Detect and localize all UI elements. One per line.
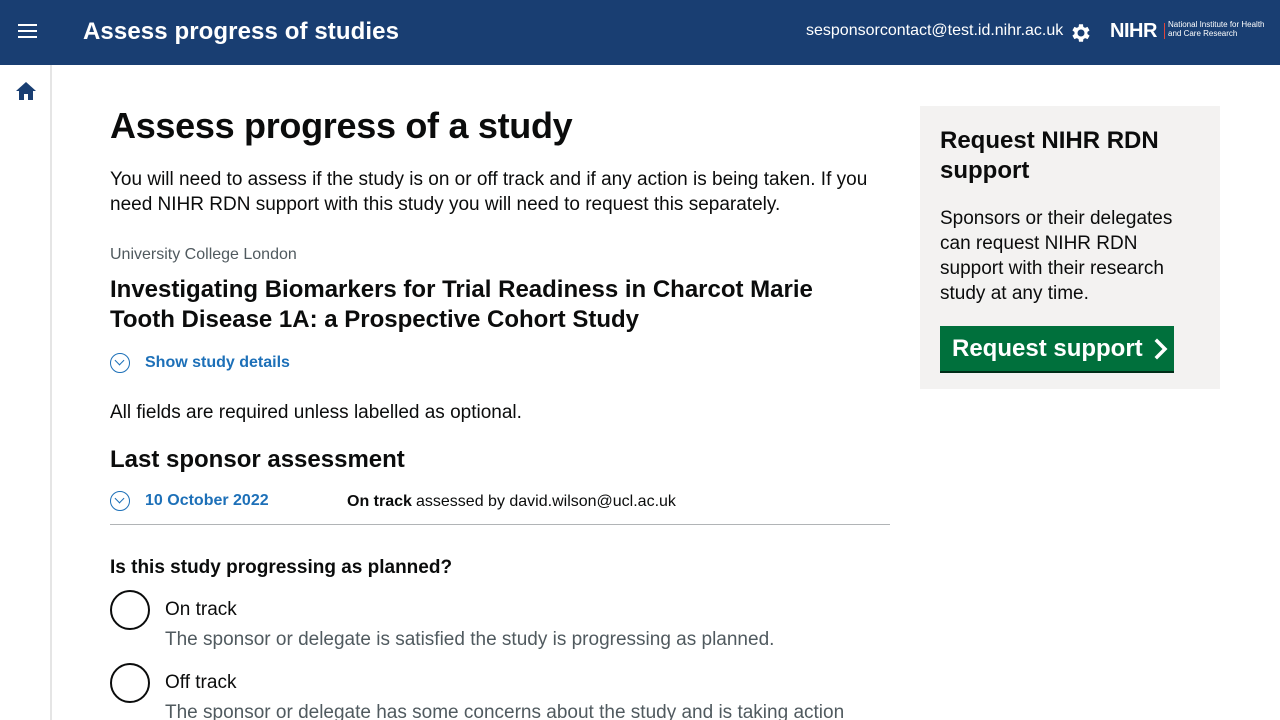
logo-short: NIHR	[1110, 20, 1157, 42]
top-header: Assess progress of studies sesponsorcont…	[0, 0, 1280, 65]
support-title: Request NIHR RDN support	[940, 127, 1159, 184]
logo-full: National Institute for Health and Care R…	[1168, 20, 1265, 38]
side-rail	[0, 65, 52, 720]
support-panel: Request NIHR RDN support Sponsors or the…	[920, 106, 1220, 389]
support-text: Sponsors or their delegates can request …	[940, 208, 1173, 304]
intro-text: You will need to assess if the study is …	[110, 169, 868, 215]
radio-off-track-hint: The sponsor or delegate has some concern…	[165, 702, 845, 720]
assessment-date: 10 October 2022	[145, 492, 269, 509]
show-study-details-label: Show study details	[145, 354, 290, 371]
assessment-date-toggle[interactable]: 10 October 2022	[110, 491, 269, 511]
last-assessment-heading: Last sponsor assessment	[110, 446, 405, 473]
required-fields-note: All fields are required unless labelled …	[110, 402, 522, 423]
request-support-label: Request support	[952, 334, 1143, 362]
menu-icon[interactable]	[14, 20, 40, 46]
radio-on-track-input[interactable]	[110, 590, 150, 630]
chevron-down-icon	[110, 353, 130, 373]
study-title: Investigating Biomarkers for Trial Readi…	[110, 276, 813, 333]
radio-on-track-label[interactable]: On track	[165, 599, 237, 621]
request-support-button[interactable]: Request support	[940, 326, 1174, 371]
progress-question: Is this study progressing as planned?	[110, 557, 453, 578]
user-email: sesponsorcontact@test.id.nihr.ac.uk	[806, 22, 1064, 39]
last-assessment-row: 10 October 2022 On track assessed by dav…	[110, 490, 890, 525]
radio-off-track-label[interactable]: Off track	[165, 672, 236, 694]
app-title[interactable]: Assess progress of studies	[83, 18, 399, 46]
assessment-status: On track	[347, 493, 412, 510]
logo-divider	[1164, 23, 1165, 39]
assessment-by: assessed by david.wilson@ucl.ac.uk	[416, 493, 676, 510]
nihr-logo[interactable]: NIHR National Institute for Health and C…	[1110, 20, 1270, 44]
chevron-right-icon	[1154, 338, 1168, 359]
page-title: Assess progress of a study	[110, 105, 573, 146]
radio-on-track-hint: The sponsor or delegate is satisfied the…	[165, 629, 775, 650]
gear-icon[interactable]	[1069, 21, 1093, 45]
radio-off-track-input[interactable]	[110, 663, 150, 703]
organisation-name: University College London	[110, 246, 297, 263]
show-study-details-toggle[interactable]: Show study details	[110, 352, 290, 374]
home-icon[interactable]	[15, 81, 37, 101]
chevron-down-icon	[110, 491, 130, 511]
